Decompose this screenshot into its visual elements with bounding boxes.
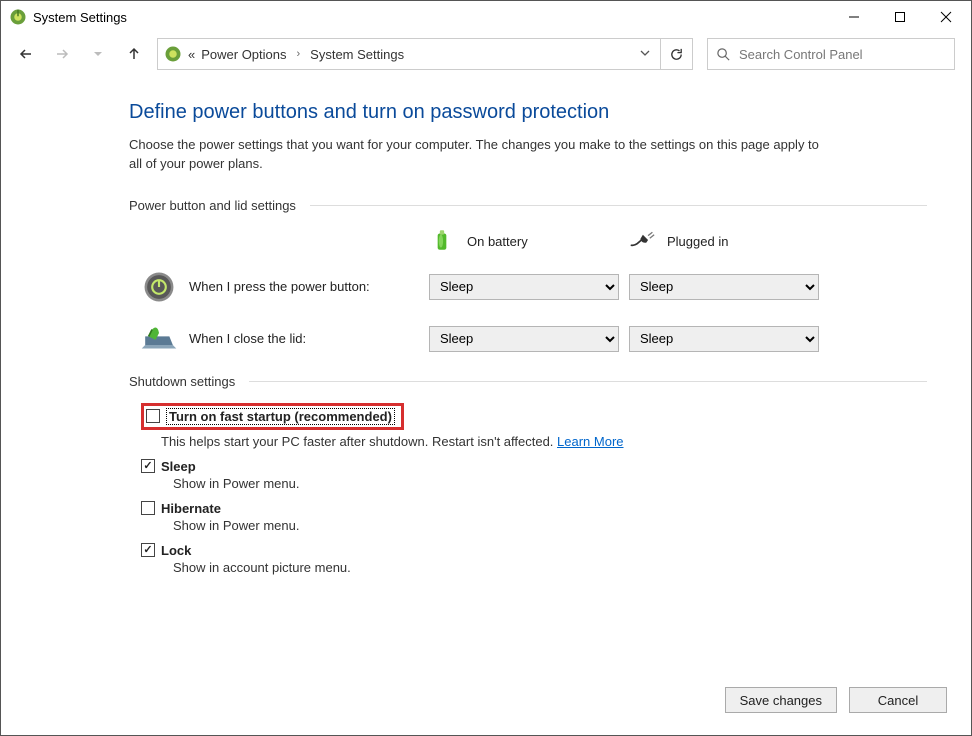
lid-icon: [129, 324, 189, 354]
label-fast-startup[interactable]: Turn on fast startup (recommended): [166, 408, 395, 425]
control-panel-window: System Settings « Power Options › System…: [0, 0, 972, 736]
checkbox-hibernate[interactable]: [141, 501, 155, 515]
page-description: Choose the power settings that you want …: [129, 136, 829, 174]
column-headers: On battery Plugged in: [129, 227, 927, 256]
select-lid-battery[interactable]: Sleep: [429, 326, 619, 352]
divider: [310, 205, 927, 206]
search-input[interactable]: Search Control Panel: [707, 38, 955, 70]
sub-lock: Show in account picture menu.: [173, 560, 927, 575]
sub-fast-startup: This helps start your PC faster after sh…: [161, 434, 927, 449]
chevron-right-icon: ›: [297, 48, 301, 60]
col-battery-label: On battery: [467, 234, 528, 249]
sub-sleep: Show in Power menu.: [173, 476, 927, 491]
close-button[interactable]: [923, 2, 969, 32]
save-changes-button[interactable]: Save changes: [725, 687, 837, 713]
app-icon: [9, 8, 27, 26]
nav-arrows: [17, 45, 143, 63]
main-content: Define power buttons and turn on passwor…: [1, 75, 971, 735]
refresh-button[interactable]: [661, 38, 693, 70]
checkbox-fast-startup[interactable]: [146, 409, 160, 423]
breadcrumb-item-system-settings[interactable]: System Settings: [310, 47, 404, 62]
breadcrumb[interactable]: « Power Options › System Settings: [157, 38, 661, 70]
row-lid-label: When I close the lid:: [189, 331, 429, 346]
breadcrumb-overflow[interactable]: «: [188, 47, 195, 62]
search-placeholder: Search Control Panel: [739, 47, 863, 62]
sub-hibernate: Show in Power menu.: [173, 518, 927, 533]
breadcrumb-icon: [164, 45, 182, 63]
checkbox-lock[interactable]: [141, 543, 155, 557]
section-power-button: Power button and lid settings: [129, 198, 927, 213]
fast-startup-highlight: Turn on fast startup (recommended): [141, 403, 404, 430]
minimize-button[interactable]: [831, 2, 877, 32]
up-button[interactable]: [125, 45, 143, 63]
power-button-icon: [129, 270, 189, 304]
learn-more-link[interactable]: Learn More: [557, 434, 623, 449]
cancel-button[interactable]: Cancel: [849, 687, 947, 713]
recent-dropdown[interactable]: [89, 45, 107, 63]
row-power-button: When I press the power button: Sleep Sle…: [129, 270, 927, 304]
select-power-battery[interactable]: Sleep: [429, 274, 619, 300]
row-lid: When I close the lid: Sleep Sleep: [129, 324, 927, 354]
title-bar: System Settings: [1, 1, 971, 33]
forward-button[interactable]: [53, 45, 71, 63]
col-plugged-label: Plugged in: [667, 234, 728, 249]
checkbox-sleep[interactable]: [141, 459, 155, 473]
select-lid-plugged[interactable]: Sleep: [629, 326, 819, 352]
footer-buttons: Save changes Cancel: [725, 687, 947, 713]
label-lock[interactable]: Lock: [161, 543, 191, 558]
section-label: Shutdown settings: [129, 374, 235, 389]
window-title: System Settings: [33, 10, 127, 25]
breadcrumb-dropdown[interactable]: [636, 48, 654, 61]
nav-bar: « Power Options › System Settings Search…: [1, 33, 971, 75]
select-power-plugged[interactable]: Sleep: [629, 274, 819, 300]
window-controls: [831, 2, 969, 32]
row-power-label: When I press the power button:: [189, 279, 429, 294]
page-heading: Define power buttons and turn on passwor…: [129, 101, 927, 124]
section-label: Power button and lid settings: [129, 198, 296, 213]
col-battery: On battery: [429, 227, 629, 256]
label-hibernate[interactable]: Hibernate: [161, 501, 221, 516]
section-shutdown: Shutdown settings: [129, 374, 927, 389]
maximize-button[interactable]: [877, 2, 923, 32]
breadcrumb-item-power-options[interactable]: Power Options: [201, 47, 286, 62]
battery-icon: [429, 227, 455, 256]
col-plugged: Plugged in: [629, 227, 829, 256]
search-icon: [716, 47, 731, 62]
label-sleep[interactable]: Sleep: [161, 459, 196, 474]
back-button[interactable]: [17, 45, 35, 63]
plug-icon: [629, 227, 655, 256]
divider: [249, 381, 927, 382]
